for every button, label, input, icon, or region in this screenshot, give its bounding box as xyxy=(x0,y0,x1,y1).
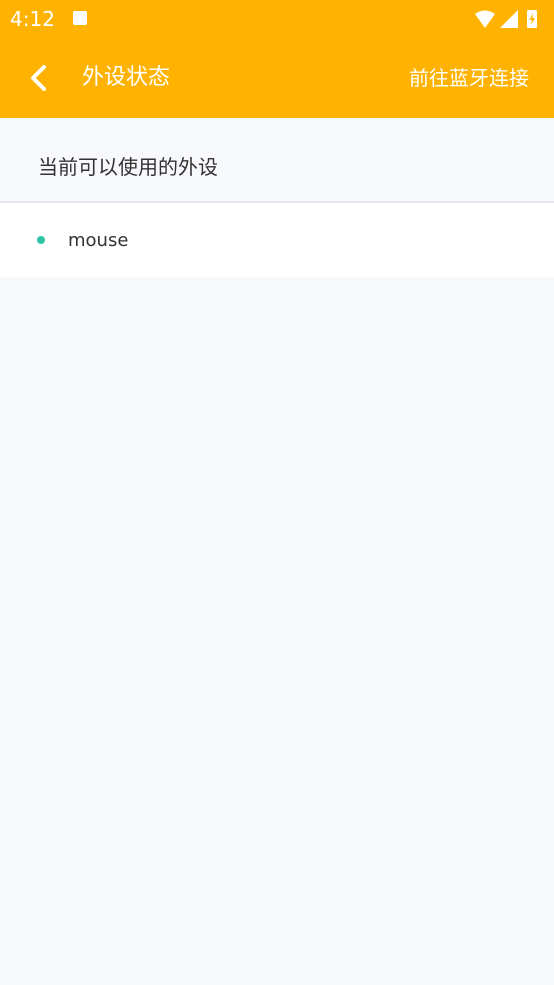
notification-icon xyxy=(73,11,87,25)
page-title: 外设状态 xyxy=(82,65,171,90)
list-item[interactable]: mouse xyxy=(0,203,554,277)
section-header: 当前可以使用的外设 xyxy=(0,118,554,201)
app-bar: 外设状态 前往蓝牙连接 xyxy=(0,38,554,118)
status-time: 4:12 xyxy=(10,7,55,31)
top-bar: 4:12 外设状态 前往蓝牙连接 xyxy=(0,0,554,118)
section-label: 当前可以使用的外设 xyxy=(38,155,218,179)
status-bar: 4:12 xyxy=(0,0,554,38)
status-dot xyxy=(37,236,45,244)
wifi-icon xyxy=(475,10,495,28)
back-arrow-icon[interactable] xyxy=(26,58,54,98)
status-icons xyxy=(475,10,537,28)
device-name: mouse xyxy=(68,230,129,251)
bluetooth-connect-button[interactable]: 前往蓝牙连接 xyxy=(409,60,529,96)
signal-icon xyxy=(500,10,518,28)
